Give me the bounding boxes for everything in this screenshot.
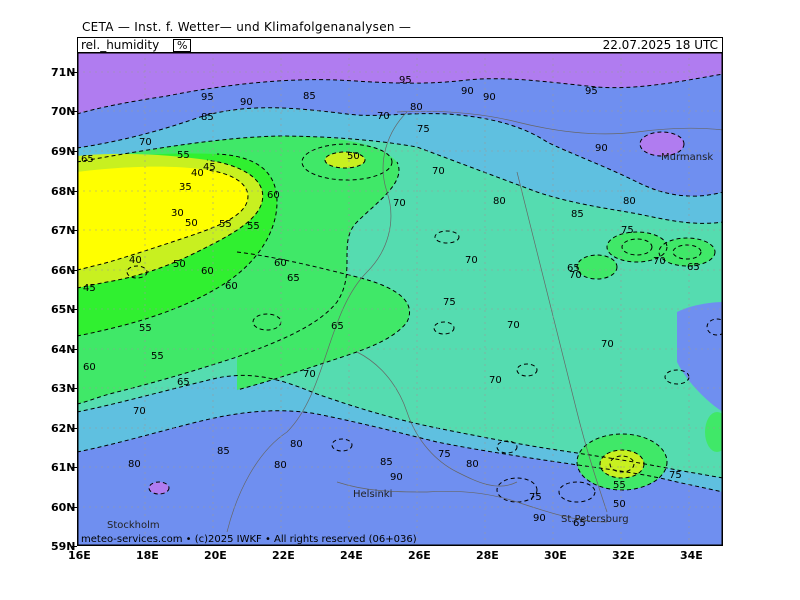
- contour-label: 45: [83, 283, 96, 294]
- lat-tick: [72, 428, 77, 429]
- contour-label: 75: [443, 297, 456, 308]
- contour-label: 70: [393, 198, 406, 209]
- contour-label: 80: [128, 459, 141, 470]
- contour-label: 70: [139, 137, 152, 148]
- lon-label: 30E: [544, 549, 567, 562]
- contour-label: 65: [331, 321, 344, 332]
- lon-label: 20E: [204, 549, 227, 562]
- contour-label: 80: [466, 459, 479, 470]
- lat-tick: [72, 309, 77, 310]
- lon-label: 28E: [476, 549, 499, 562]
- lat-tick: [72, 467, 77, 468]
- contour-label: 85: [571, 209, 584, 220]
- contour-label: 60: [274, 258, 287, 269]
- lat-tick: [72, 230, 77, 231]
- contour-label: 90: [240, 97, 253, 108]
- contour-label: 75: [417, 124, 430, 135]
- contour-label: 90: [461, 86, 474, 97]
- contour-label: 60: [83, 362, 96, 373]
- lon-label: 18E: [136, 549, 159, 562]
- variable-name: rel._humidity: [81, 38, 160, 52]
- place-label-murmansk: Murmansk: [661, 152, 713, 163]
- lat-tick: [72, 388, 77, 389]
- contour-label: 40: [191, 168, 204, 179]
- contour-label: 70: [489, 375, 502, 386]
- contour-label: 70: [465, 255, 478, 266]
- contour-label: 85: [201, 112, 214, 123]
- valid-time: 22.07.2025 18 UTC: [602, 38, 718, 52]
- contour-label: 55: [139, 323, 152, 334]
- contour-label: 80: [410, 102, 423, 113]
- contour-label: 70: [653, 256, 666, 267]
- contour-label: 70: [432, 166, 445, 177]
- contour-label: 65: [177, 377, 190, 388]
- contour-label: 55: [219, 219, 232, 230]
- contour-label: 80: [290, 439, 303, 450]
- lon-label: 34E: [680, 549, 703, 562]
- lat-tick: [72, 191, 77, 192]
- contour-label: 95: [399, 75, 412, 86]
- contour-label: 70: [133, 406, 146, 417]
- contour-label: 90: [390, 472, 403, 483]
- contour-label: 75: [529, 492, 542, 503]
- contour-label: 80: [493, 196, 506, 207]
- contour-label: 65: [81, 154, 94, 165]
- contour-label: 85: [217, 446, 230, 457]
- lat-tick: [72, 72, 77, 73]
- contour-label: 50: [347, 151, 360, 162]
- contour-label: 90: [533, 513, 546, 524]
- contour-label: 95: [201, 92, 214, 103]
- contour-label: 50: [173, 259, 186, 270]
- contour-label: 75: [438, 449, 451, 460]
- lat-tick: [72, 507, 77, 508]
- contour-label: 30: [171, 208, 184, 219]
- footer-credit: meteo-services.com • (c)2025 IWKF • All …: [81, 534, 417, 545]
- contour-label: 90: [483, 92, 496, 103]
- contour-label: 70: [601, 339, 614, 350]
- contour-label: 65: [287, 273, 300, 284]
- contour-label: 70: [303, 369, 316, 380]
- lat-tick: [72, 546, 77, 547]
- place-label-stockholm: Stockholm: [107, 520, 160, 531]
- contour-label: 75: [621, 225, 634, 236]
- lon-label: 32E: [612, 549, 635, 562]
- lat-tick: [72, 111, 77, 112]
- humidity-map: 95 95 95 90 90 90 90 90 90 85 85 85 85 8…: [77, 52, 723, 546]
- place-label-st-petersburg: St.Petersburg: [561, 514, 629, 525]
- lon-label: 22E: [272, 549, 295, 562]
- lon-label: 16E: [68, 549, 91, 562]
- lat-tick: [72, 151, 77, 152]
- contour-label: 50: [185, 218, 198, 229]
- lon-label: 26E: [408, 549, 431, 562]
- chart-title: CETA — Inst. f. Wetter— und Klimafolgena…: [82, 20, 412, 34]
- contour-label: 90: [595, 143, 608, 154]
- contour-label: 85: [380, 457, 393, 468]
- contour-label: 45: [203, 162, 216, 173]
- lat-tick: [72, 349, 77, 350]
- contour-label: 75: [669, 470, 682, 481]
- place-label-helsinki: Helsinki: [353, 489, 392, 500]
- contour-label: 55: [151, 351, 164, 362]
- contour-label: 50: [613, 499, 626, 510]
- contour-label: 70: [377, 111, 390, 122]
- contour-label: 55: [247, 221, 260, 232]
- variable-bar: rel._humidity % 22.07.2025 18 UTC: [77, 37, 723, 52]
- lat-tick: [72, 270, 77, 271]
- contour-label: 65: [567, 263, 580, 274]
- contour-label: 80: [274, 460, 287, 471]
- contour-label: 60: [225, 281, 238, 292]
- contour-label: 35: [179, 182, 192, 193]
- contour-label: 60: [267, 190, 280, 201]
- contour-label: 85: [303, 91, 316, 102]
- contour-label: 80: [623, 196, 636, 207]
- contour-label: 55: [177, 150, 190, 161]
- contour-label: 65: [687, 262, 700, 273]
- contour-label: 55: [613, 480, 626, 491]
- variable-unit: %: [173, 39, 192, 52]
- contour-label: 40: [129, 255, 142, 266]
- lon-label: 24E: [340, 549, 363, 562]
- contour-label: 95: [585, 86, 598, 97]
- contour-label: 70: [507, 320, 520, 331]
- contour-label: 60: [201, 266, 214, 277]
